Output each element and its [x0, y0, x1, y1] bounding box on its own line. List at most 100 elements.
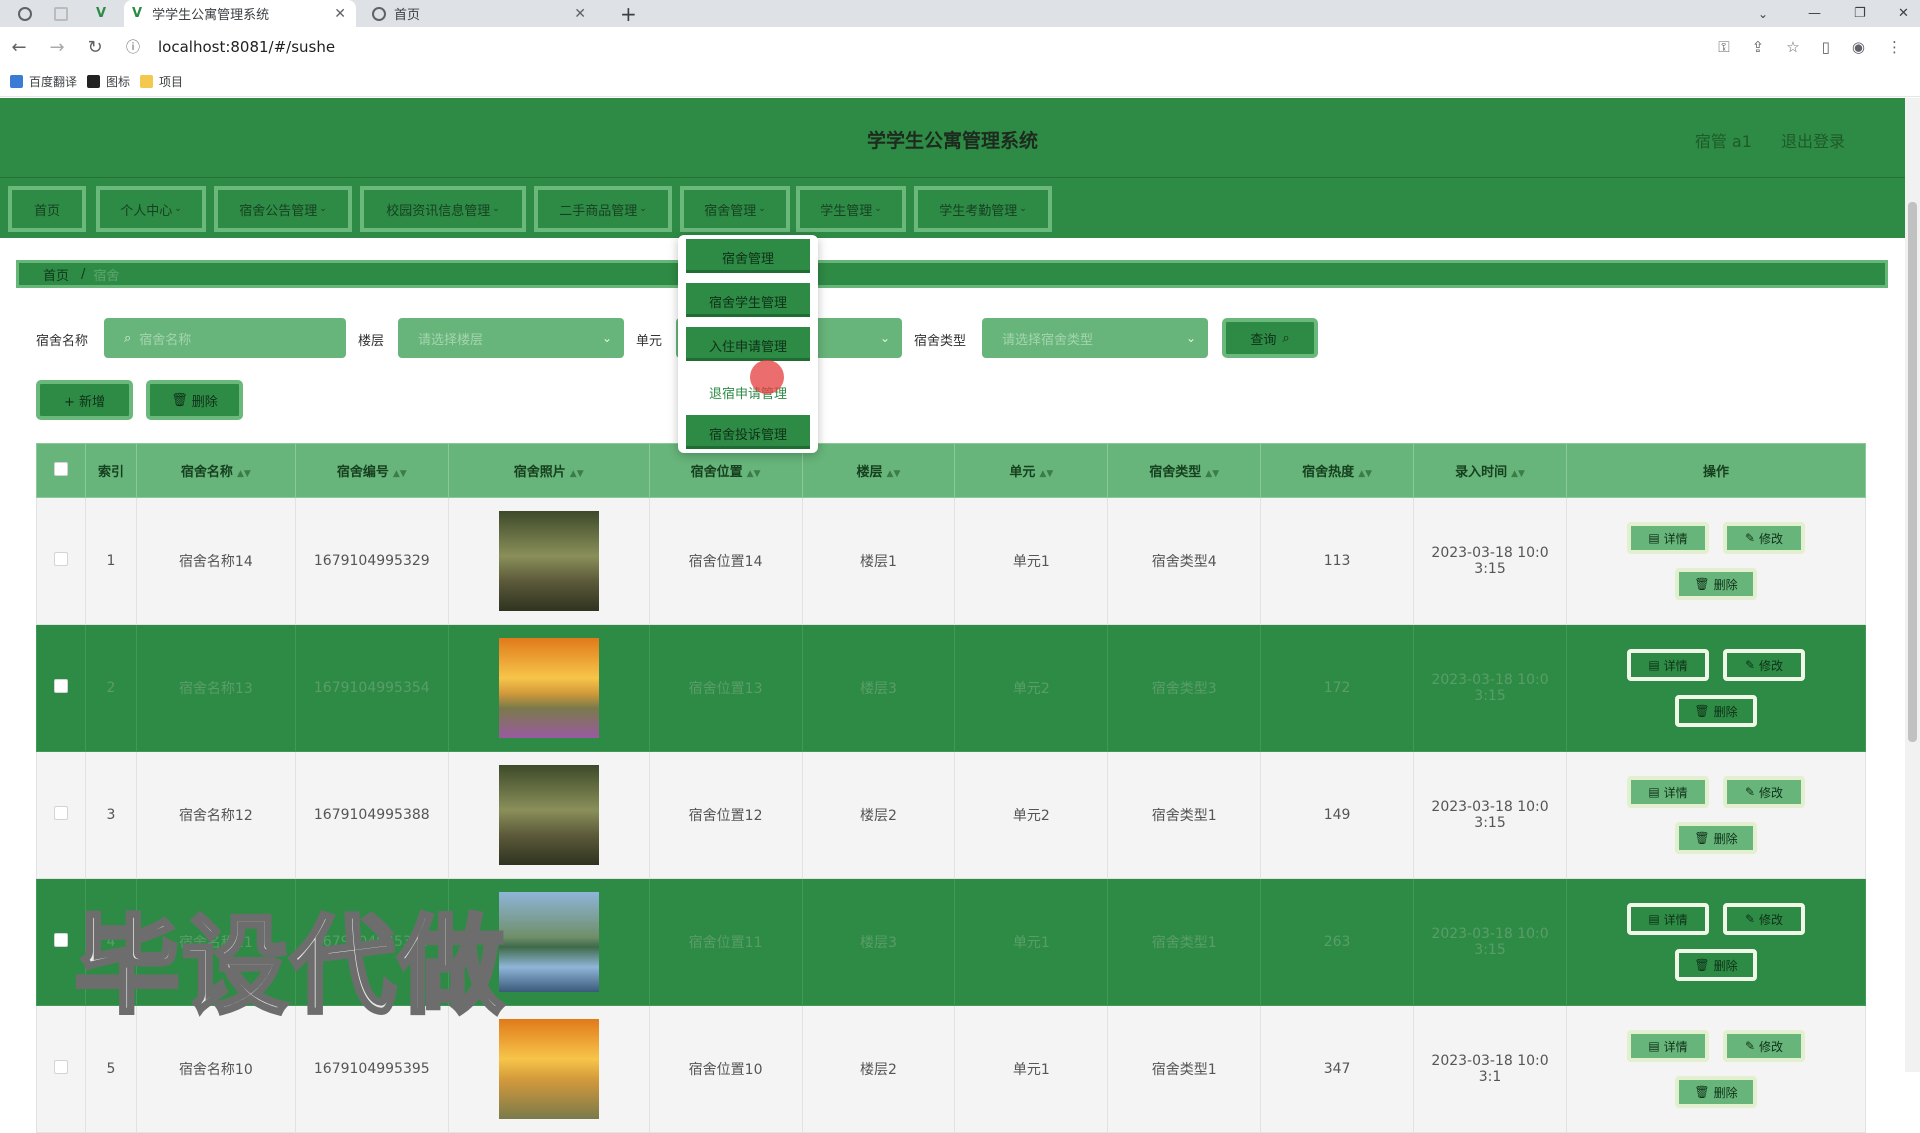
sort-icon[interactable]: ▲▼ — [393, 469, 407, 479]
edit-button[interactable]: ✎ 修改 — [1723, 1030, 1805, 1062]
detail-button[interactable]: ▤ 详情 — [1627, 1030, 1709, 1062]
sort-icon[interactable]: ▲▼ — [1039, 469, 1053, 479]
detail-button[interactable]: ▤ 详情 — [1627, 522, 1709, 554]
dropdown-item-complaint[interactable]: 宿舍投诉管理 — [686, 415, 810, 449]
sort-icon[interactable]: ▲▼ — [1205, 469, 1219, 479]
menu-news[interactable]: 校园资讯信息管理 ⌄ — [360, 186, 526, 232]
close-icon[interactable]: ✕ — [334, 6, 346, 22]
share-icon[interactable]: ⇪ — [1752, 38, 1765, 56]
dorm-name-input[interactable]: ⌕ 宿舍名称 — [104, 318, 346, 358]
tab-home[interactable]: 首页 ✕ — [364, 0, 596, 27]
tab-pinned-2[interactable] — [46, 0, 74, 27]
cell-position: 宿舍位置13 — [648, 624, 803, 752]
tab-pinned-1[interactable] — [10, 0, 38, 27]
menu-home[interactable]: 首页 — [8, 186, 86, 232]
batch-delete-button[interactable]: 🗑 删除 — [146, 380, 243, 420]
back-icon[interactable]: ← — [0, 37, 38, 58]
forward-icon[interactable]: → — [38, 37, 76, 58]
table-row: 3 宿舍名称12 1679104995388 宿舍位置12 楼层2 单元2 宿舍… — [36, 751, 1866, 879]
bookmark-1[interactable]: 百度翻译 — [10, 73, 77, 90]
profile-icon[interactable]: ◉ — [1852, 38, 1865, 56]
breadcrumb: 首页 / 宿舍 — [16, 260, 1888, 288]
key-icon[interactable]: ⚿ — [1718, 38, 1729, 56]
select-all-header[interactable] — [36, 443, 86, 498]
menu-dorm[interactable]: 宿舍管理 ⌄ — [680, 186, 790, 232]
col-heat[interactable]: 宿舍热度 ▲▼ — [1260, 443, 1415, 498]
reload-icon[interactable]: ↻ — [76, 37, 114, 58]
logout-link[interactable]: 退出登录 — [1781, 132, 1845, 151]
filter-type-label: 宿舍类型 — [914, 334, 967, 349]
tab-search-icon[interactable]: ⌄ — [1750, 0, 1776, 27]
pencil-icon: ✎ — [1744, 785, 1756, 799]
bookmark-3[interactable]: 项目 — [140, 73, 183, 90]
row-checkbox[interactable] — [53, 806, 68, 820]
col-name[interactable]: 宿舍名称 ▲▼ — [135, 443, 296, 498]
sort-icon[interactable]: ▲▼ — [570, 469, 584, 479]
col-code[interactable]: 宿舍编号 ▲▼ — [294, 443, 449, 498]
more-icon[interactable]: ⋮ — [1887, 38, 1902, 56]
dropdown-item-dorm[interactable]: 宿舍管理 — [686, 239, 810, 273]
vue-icon: V — [132, 6, 143, 21]
detail-button[interactable]: ▤ 详情 — [1627, 903, 1709, 935]
dropdown-item-checkout[interactable]: 退宿申请管理 — [686, 371, 810, 405]
delete-button[interactable]: 🗑 删除 — [1675, 1076, 1757, 1108]
col-unit[interactable]: 单元 ▲▼ — [954, 443, 1109, 498]
floor-select[interactable]: 请选择楼层 ⌄ — [398, 318, 624, 358]
menu-personal[interactable]: 个人中心 ⌄ — [96, 186, 206, 232]
menu-attendance[interactable]: 学生考勤管理 ⌄ — [914, 186, 1052, 232]
add-button[interactable]: + 新增 — [36, 380, 133, 420]
row-select-cell[interactable] — [36, 751, 86, 879]
delete-button[interactable]: 🗑 删除 — [1675, 568, 1757, 600]
sidepanel-icon[interactable]: ▯ — [1822, 38, 1830, 56]
tab-pinned-3[interactable]: V — [88, 0, 116, 27]
select-all-checkbox[interactable] — [53, 461, 68, 476]
edit-button[interactable]: ✎ 修改 — [1723, 522, 1805, 554]
query-button[interactable]: 查询 ⌕ — [1222, 318, 1318, 358]
col-floor[interactable]: 楼层 ▲▼ — [801, 443, 956, 498]
cell-type: 宿舍类型1 — [1107, 1005, 1262, 1133]
sort-icon[interactable]: ▲▼ — [887, 469, 901, 479]
document-icon: ▤ — [1648, 658, 1660, 672]
delete-button[interactable]: 🗑 删除 — [1675, 949, 1757, 981]
row-select-cell[interactable] — [36, 497, 86, 625]
sort-icon[interactable]: ▲▼ — [747, 469, 761, 479]
edit-button[interactable]: ✎ 修改 — [1723, 903, 1805, 935]
sort-icon[interactable]: ▲▼ — [1511, 469, 1525, 479]
menu-secondhand[interactable]: 二手商品管理 ⌄ — [534, 186, 672, 232]
menu-notice[interactable]: 宿舍公告管理 ⌄ — [214, 186, 352, 232]
breadcrumb-current: 宿舍 — [93, 268, 120, 284]
col-photo[interactable]: 宿舍照片 ▲▼ — [447, 443, 650, 498]
breadcrumb-home[interactable]: 首页 — [43, 265, 69, 284]
detail-button[interactable]: ▤ 详情 — [1627, 649, 1709, 681]
row-checkbox[interactable] — [53, 679, 68, 693]
scrollbar-thumb[interactable] — [1908, 202, 1917, 742]
row-checkbox[interactable] — [53, 552, 68, 566]
star-icon[interactable]: ☆ — [1786, 38, 1799, 56]
delete-button[interactable]: 🗑 删除 — [1675, 695, 1757, 727]
edit-button[interactable]: ✎ 修改 — [1723, 776, 1805, 808]
minimize-icon[interactable]: — — [1800, 0, 1829, 27]
window-close-icon[interactable]: ✕ — [1890, 0, 1917, 27]
sort-icon[interactable]: ▲▼ — [237, 469, 251, 479]
restore-icon[interactable]: ❐ — [1846, 0, 1874, 27]
dorm-type-select[interactable]: 请选择宿舍类型 ⌄ — [982, 318, 1208, 358]
delete-button[interactable]: 🗑 删除 — [1675, 822, 1757, 854]
close-icon[interactable]: ✕ — [574, 6, 586, 22]
row-select-cell[interactable] — [36, 624, 86, 752]
row-checkbox[interactable] — [53, 933, 68, 947]
tab-active[interactable]: V 学学生公寓管理系统 ✕ — [124, 0, 356, 27]
dropdown-item-dorm-student[interactable]: 宿舍学生管理 — [686, 283, 810, 317]
page-scrollbar[interactable] — [1905, 98, 1920, 1072]
chevron-down-icon: ⌄ — [1019, 204, 1027, 214]
menu-student[interactable]: 学生管理 ⌄ — [796, 186, 906, 232]
col-type[interactable]: 宿舍类型 ▲▼ — [1107, 443, 1262, 498]
dorm-management-dropdown: 宿舍管理 宿舍学生管理 入住申请管理 退宿申请管理 宿舍投诉管理 — [678, 235, 818, 453]
bookmark-2[interactable]: 图标 — [87, 73, 130, 90]
dropdown-item-checkin[interactable]: 入住申请管理 — [686, 327, 810, 361]
new-tab-button[interactable]: + — [612, 0, 642, 27]
sort-icon[interactable]: ▲▼ — [1358, 469, 1372, 479]
detail-button[interactable]: ▤ 详情 — [1627, 776, 1709, 808]
url-field[interactable]: localhost:8081/#/sushe — [158, 38, 335, 56]
col-time[interactable]: 录入时间 ▲▼ — [1413, 443, 1568, 498]
edit-button[interactable]: ✎ 修改 — [1723, 649, 1805, 681]
